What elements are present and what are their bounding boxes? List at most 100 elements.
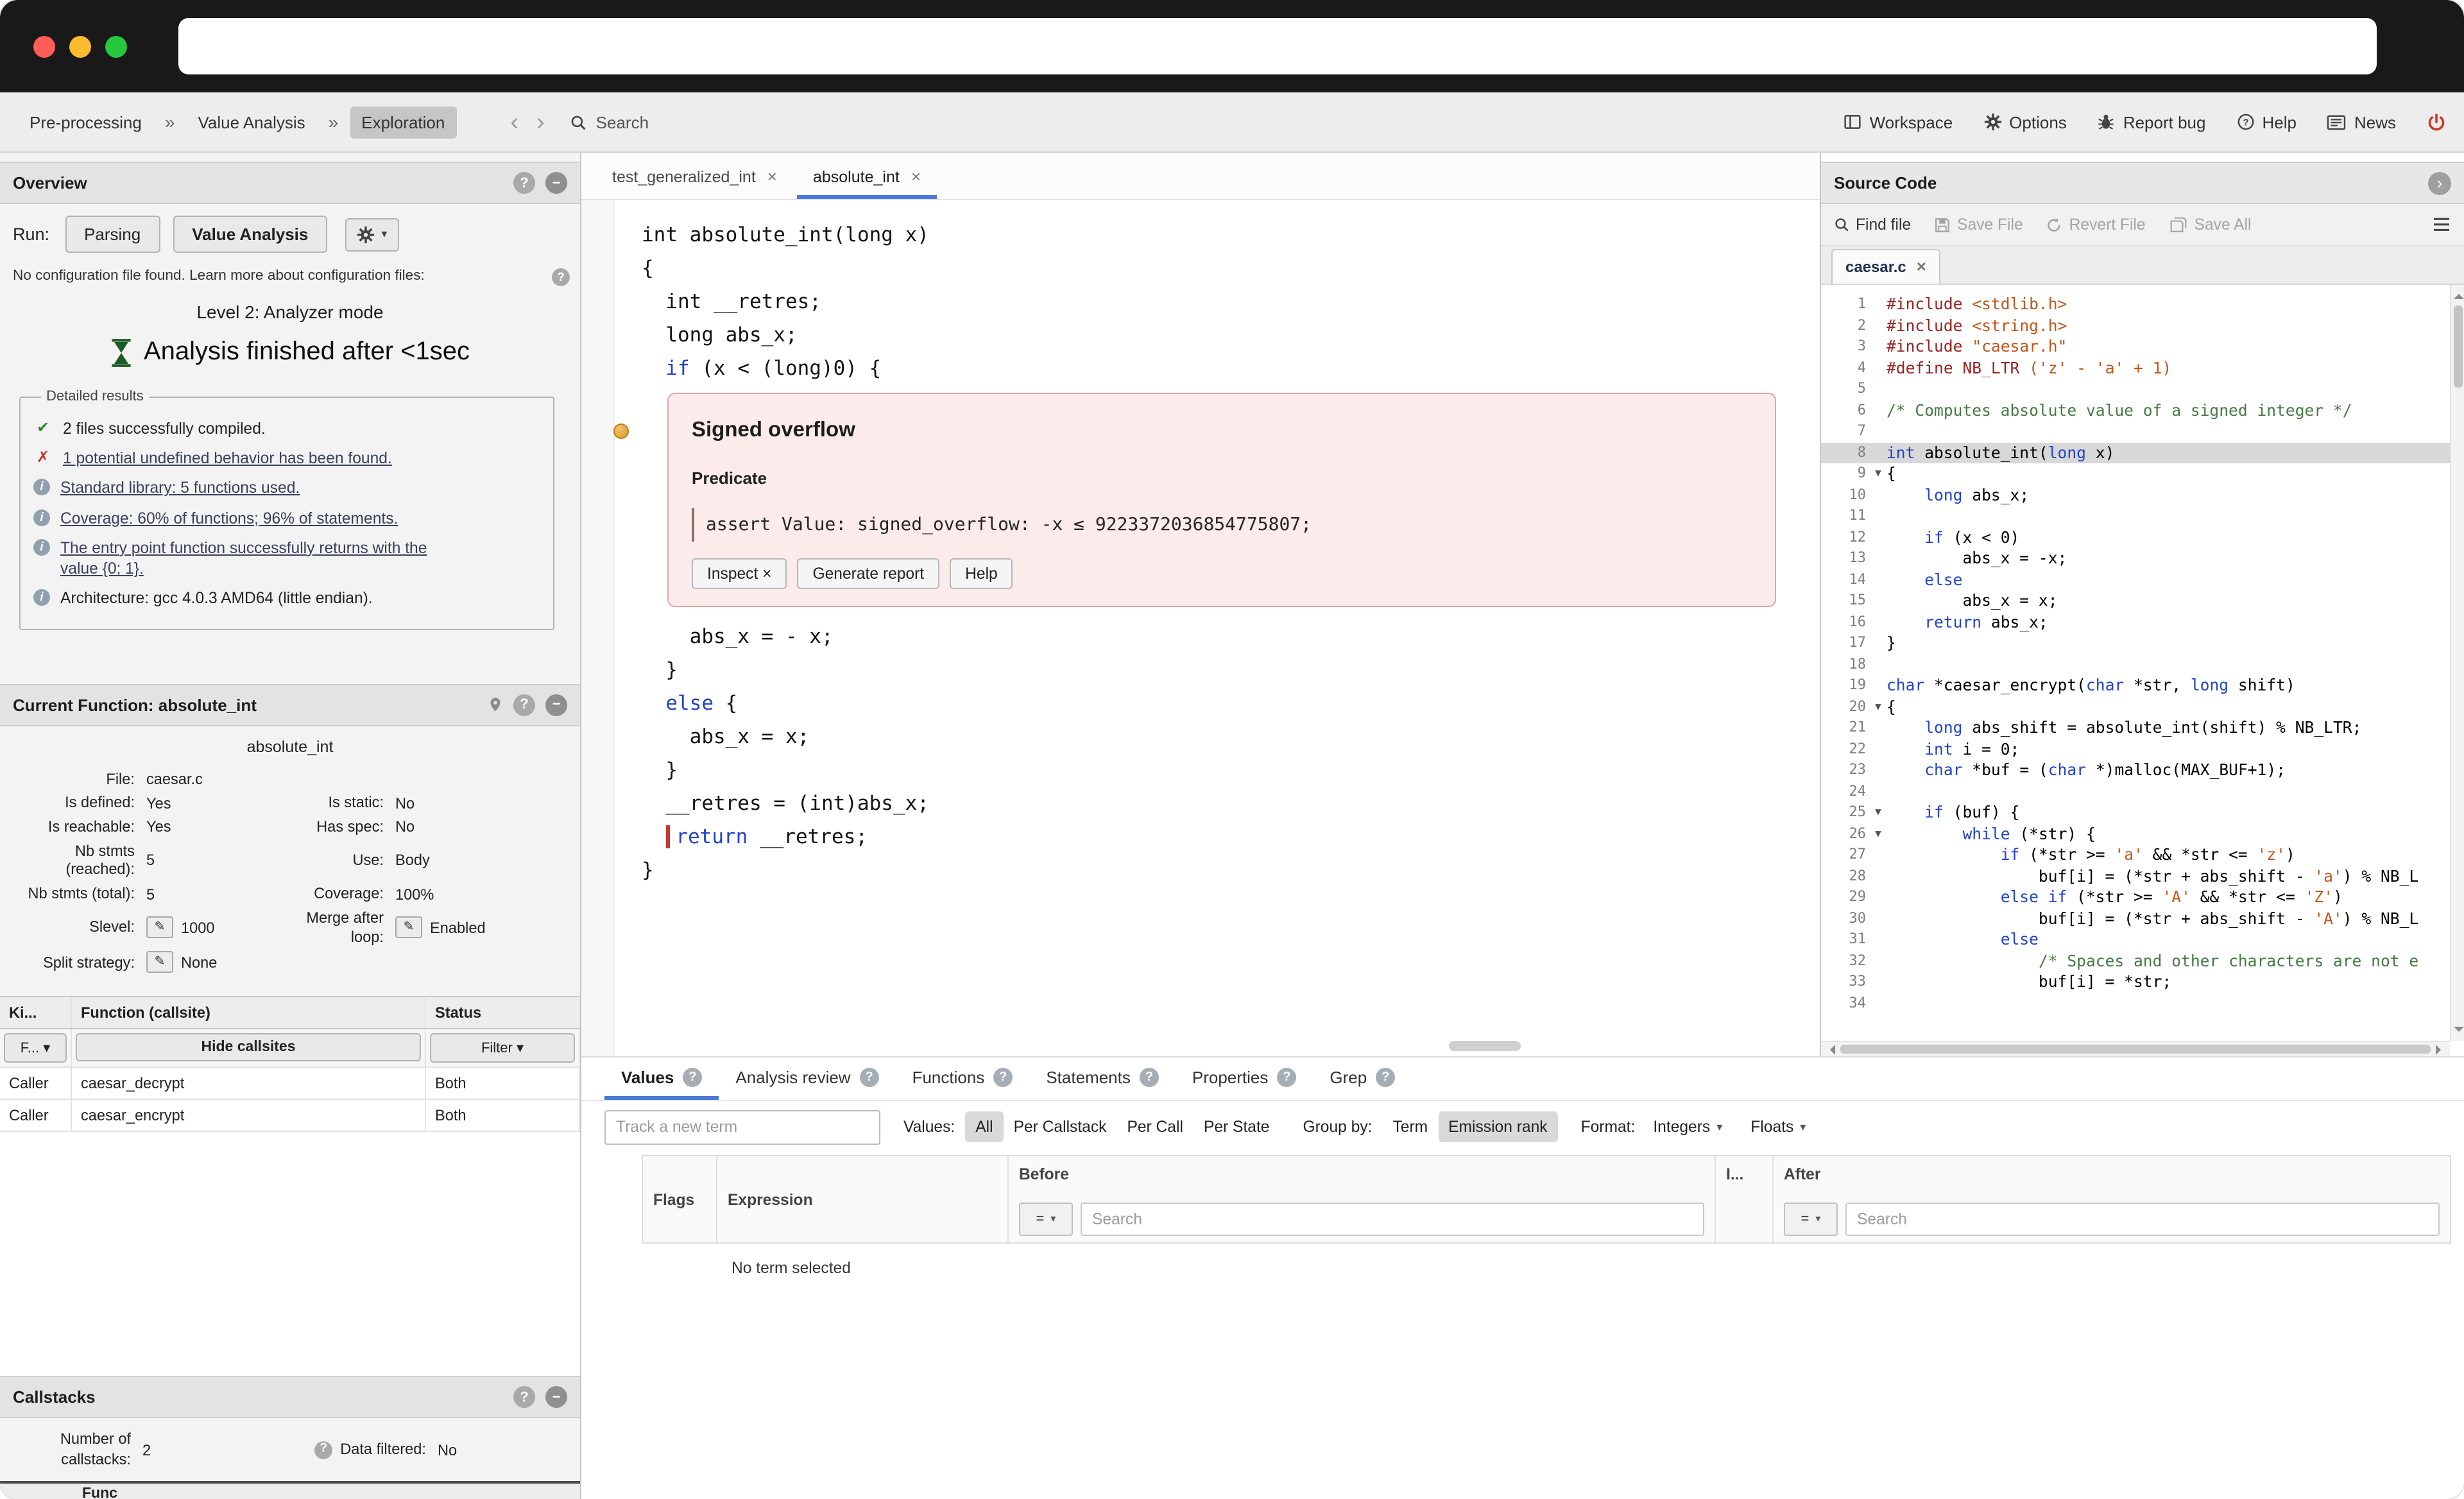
help-icon[interactable]: ? [859,1067,879,1086]
breadcrumb-item-pre-processing[interactable]: Pre-processing [18,106,153,138]
result-text[interactable]: 1 potential undefined behavior has been … [63,448,392,468]
horizontal-scrollbar[interactable] [1821,1041,2450,1056]
pin-icon[interactable] [488,696,503,714]
source-line[interactable]: 1 #include <stdlib.h> [1821,294,2464,315]
ast-tab-absolute-int[interactable]: absolute_int × [797,155,936,199]
minimize-window-button[interactable] [69,35,91,57]
close-tab-icon[interactable]: × [911,167,921,186]
ast-code-line[interactable]: int __retres; [642,285,1820,318]
fold-marker-icon[interactable]: ▼ [1870,802,1887,823]
track-term-input[interactable] [604,1109,880,1144]
source-line[interactable]: 19 char *caesar_encrypt(char *str, long s… [1821,675,2464,696]
chevron-right-icon[interactable]: › [2428,171,2451,194]
source-line[interactable]: 10 long abs_x; [1821,484,2464,506]
ast-code-line[interactable]: abs_x = - x; [642,620,1820,653]
source-line[interactable]: 13 abs_x = -x; [1821,548,2464,569]
source-line[interactable]: 23 char *buf = (char *)malloc(MAX_BUF+1)… [1821,760,2464,781]
ast-code-line[interactable]: else { [642,687,1820,720]
help-icon[interactable]: ? [314,1441,333,1459]
run-value-analysis-button[interactable]: Value Analysis [173,216,328,253]
values-option-per-callstack[interactable]: Per Callstack [1004,1111,1117,1142]
help-icon[interactable]: ? [683,1067,703,1086]
values-option-all[interactable]: All [965,1111,1004,1142]
before-operator-dropdown[interactable]: = ▾ [1019,1202,1073,1235]
ast-code-line[interactable]: return __retres; [642,820,1820,853]
result-text[interactable]: Coverage: 60% of functions; 96% of state… [60,508,398,528]
source-line[interactable]: 24 [1821,781,2464,802]
maximize-window-button[interactable] [105,35,127,57]
save-all-button[interactable]: Save All [2169,216,2251,234]
ast-code-line[interactable]: } [642,753,1820,787]
edit-icon[interactable]: ✎ [395,916,422,939]
tab-grep[interactable]: Grep? [1313,1058,1412,1100]
ast-code-line[interactable]: abs_x = x; [642,720,1820,753]
tab-functions[interactable]: Functions? [896,1058,1030,1100]
generate-report-button[interactable]: Generate report [797,558,940,589]
hide-callsites-button[interactable]: Hide callsites [76,1033,421,1062]
edit-icon[interactable]: ✎ [146,916,173,939]
source-line[interactable]: 21 long abs_shift = absolute_int(shift) … [1821,717,2464,739]
format-floats-dropdown[interactable]: Floats ▾ [1743,1111,1813,1142]
source-line[interactable]: 20 ▼{ [1821,696,2464,717]
collapse-icon[interactable]: − [545,694,567,716]
source-line[interactable]: 6 /* Computes absolute value of a signed … [1821,400,2464,421]
source-line[interactable]: 32 /* Spaces and other characters are no… [1821,950,2464,972]
source-file-tab[interactable]: caesar.c × [1831,249,1940,284]
groupby-option-emission-rank[interactable]: Emission rank [1438,1111,1558,1142]
source-line[interactable]: 33 buf[i] = *str; [1821,972,2464,993]
after-search-input[interactable] [1845,1202,2440,1235]
edit-icon[interactable]: ✎ [146,951,173,973]
ast-code-line[interactable]: { [642,252,1820,285]
ast-code-line[interactable]: long abs_x; [642,318,1820,352]
source-line[interactable]: 8 int absolute_int(long x) [1821,442,2464,463]
result-text[interactable]: Standard library: 5 functions used. [60,478,300,499]
source-line[interactable]: 7 [1821,421,2464,442]
ast-tab-test-generalized-int[interactable]: test_generalized_int × [597,155,792,199]
source-line[interactable]: 30 buf[i] = (*str + abs_shift - 'A') % N… [1821,908,2464,929]
inspect-button[interactable]: Inspect × [692,558,787,589]
help-icon[interactable]: ? [1376,1067,1396,1086]
source-line[interactable]: 15 abs_x = x; [1821,590,2464,612]
scrollbar-thumb[interactable] [1840,1045,2431,1054]
menu-icon[interactable] [2432,217,2451,232]
run-parsing-button[interactable]: Parsing [65,216,160,253]
help-icon[interactable]: ? [993,1067,1013,1086]
source-line[interactable]: 17} [1821,633,2464,654]
ast-code-line[interactable]: } [642,853,1820,887]
toolbar-action-news[interactable]: News [2327,112,2396,132]
scroll-down-icon[interactable] [2454,1027,2464,1037]
close-tab-icon[interactable]: × [767,167,777,186]
toolbar-action-report-bug[interactable]: Report bug [2098,112,2205,132]
table-row[interactable]: Caller caesar_decrypt Both [0,1068,580,1101]
help-button[interactable]: Help [950,558,1013,589]
source-line[interactable]: 2 #include <string.h> [1821,315,2464,336]
close-tab-icon[interactable]: × [1917,257,1926,276]
source-line[interactable]: 11 [1821,506,2464,527]
source-line[interactable]: 3 #include "caesar.h" [1821,336,2464,357]
ast-horizontal-scrollbar[interactable] [581,1041,1820,1054]
table-row[interactable]: Caller caesar_encrypt Both [0,1100,580,1133]
scrollbar-thumb[interactable] [1448,1041,1520,1051]
vertical-scrollbar[interactable] [2450,285,2464,1041]
fold-marker-icon[interactable]: ▼ [1870,696,1887,717]
global-search[interactable]: Search [570,112,649,132]
source-line[interactable]: 9 ▼{ [1821,463,2464,484]
fold-marker-icon[interactable]: ▼ [1870,823,1887,844]
forward-icon[interactable]: › [534,110,547,134]
groupby-option-term[interactable]: Term [1382,1111,1438,1142]
kind-filter-button[interactable]: F... ▾ [4,1033,67,1063]
source-line[interactable]: 4 #define NB_LTR ('z' - 'a' + 1) [1821,357,2464,379]
scroll-left-icon[interactable] [1825,1044,1835,1054]
ast-code-line[interactable]: if (x < (long)0) { [642,352,1820,385]
close-window-button[interactable] [33,35,55,57]
ast-code-line[interactable]: __retres = (int)abs_x; [642,787,1820,820]
scrollbar-thumb[interactable] [2454,305,2463,388]
collapse-icon[interactable]: − [545,1386,567,1409]
after-operator-dropdown[interactable]: = ▾ [1784,1202,1838,1235]
scroll-right-icon[interactable] [2436,1044,2446,1054]
source-line[interactable]: 31 else [1821,929,2464,950]
help-icon[interactable]: ? [513,172,535,194]
source-line[interactable]: 12 if (x < 0) [1821,527,2464,548]
breadcrumb-item-value-analysis[interactable]: Value Analysis [186,106,316,138]
source-line[interactable]: 18 [1821,654,2464,675]
